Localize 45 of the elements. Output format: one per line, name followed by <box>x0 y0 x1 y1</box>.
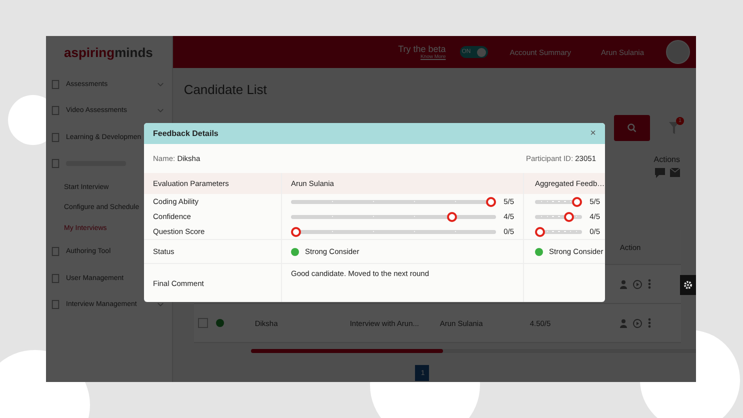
chevron-down-icon <box>156 302 164 308</box>
close-button[interactable]: × <box>590 128 596 138</box>
comment-icon[interactable] <box>655 168 665 178</box>
play-icon[interactable] <box>632 318 642 328</box>
rating-slider[interactable] <box>535 196 582 206</box>
scrollbar-thumb[interactable] <box>250 349 443 353</box>
search-icon <box>627 123 637 133</box>
more-icon[interactable] <box>648 318 651 328</box>
document-icon <box>51 274 60 283</box>
slider-thumb[interactable] <box>564 212 574 222</box>
page-title: Candidate List <box>184 82 268 97</box>
person-icon[interactable] <box>620 280 627 288</box>
document-icon <box>51 159 60 168</box>
slider-thumb[interactable] <box>291 226 301 236</box>
filter-icon[interactable] <box>668 120 680 136</box>
chevron-down-icon <box>156 108 164 114</box>
document-icon <box>51 132 60 142</box>
rating-slider[interactable] <box>535 212 582 222</box>
play-icon[interactable] <box>632 280 642 288</box>
avatar[interactable] <box>666 40 690 64</box>
row-checkbox[interactable] <box>198 318 208 328</box>
slider-thumb[interactable] <box>486 196 496 206</box>
dialog-title: Feedback Details <box>153 129 218 138</box>
settings-button[interactable] <box>680 275 696 295</box>
person-icon[interactable] <box>620 318 627 328</box>
logo[interactable]: aspiringminds <box>46 36 172 68</box>
actions-label: Actions <box>654 155 680 164</box>
slider-thumb[interactable] <box>572 196 582 206</box>
document-icon <box>51 300 60 310</box>
slider-thumb[interactable] <box>446 212 457 222</box>
more-icon[interactable] <box>648 279 651 289</box>
mail-icon[interactable] <box>670 168 680 177</box>
chevron-down-icon <box>156 82 164 87</box>
document-icon <box>51 247 60 256</box>
slider-thumb[interactable] <box>535 226 545 236</box>
gear-icon <box>683 280 693 290</box>
document-icon <box>51 106 60 116</box>
beta-label: Try the beta <box>398 44 446 54</box>
rating-slider[interactable] <box>291 226 496 236</box>
rating-slider[interactable] <box>291 212 496 222</box>
search-button[interactable] <box>614 115 650 141</box>
rating-slider[interactable] <box>535 226 582 236</box>
horizontal-scrollbar[interactable] <box>250 349 696 353</box>
document-icon <box>51 80 60 89</box>
rating-slider[interactable] <box>291 196 496 206</box>
